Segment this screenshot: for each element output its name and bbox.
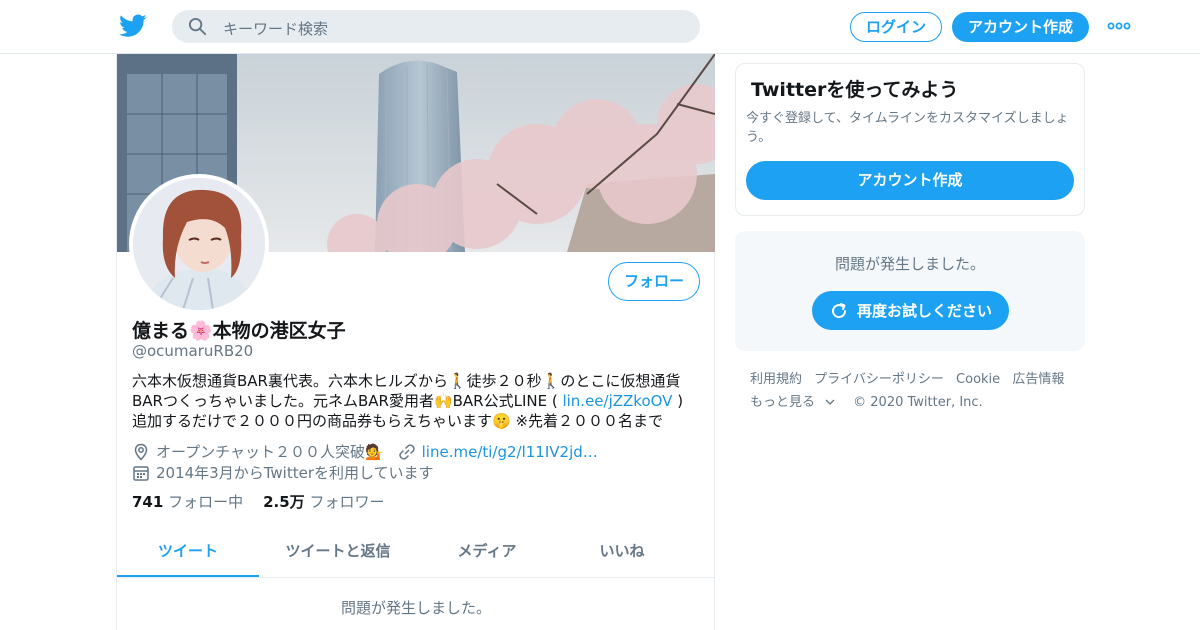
chevron-down-icon: [825, 399, 835, 405]
profile-tabs: ツイート ツイートと返信 メディア いいね: [117, 527, 715, 578]
search-icon: [188, 17, 207, 36]
footer-more-label: もっと見る: [750, 395, 816, 410]
footer-link-terms[interactable]: 利用規約: [750, 372, 802, 387]
profile-name: 億まる🌸本物の港区女子: [132, 320, 346, 342]
footer-link-ads[interactable]: 広告情報: [1012, 372, 1064, 387]
following-label: フォロー中: [168, 493, 244, 511]
footer-link-cookie[interactable]: Cookie: [956, 372, 1000, 387]
profile-stats: 741 フォロー中 2.5万 フォロワー: [132, 491, 384, 512]
tab-tweets-replies[interactable]: ツイートと返信: [259, 527, 417, 577]
footer: 利用規約 プライバシーポリシー Cookie 広告情報 もっと見る © 2020…: [750, 368, 1085, 414]
profile-joined-row: 2014年3月からTwitterを利用しています: [132, 462, 434, 483]
error-card-message: 問題が発生しました。: [834, 255, 985, 273]
retry-label: 再度お試しください: [856, 302, 992, 320]
footer-link-privacy[interactable]: プライバシーポリシー: [814, 372, 944, 387]
followers-count: 2.5万: [263, 493, 305, 511]
profile-joined: 2014年3月からTwitterを利用しています: [156, 464, 434, 482]
profile-avatar[interactable]: [129, 174, 269, 314]
location-icon: [134, 443, 148, 461]
profile-location: オープンチャット２００人突破💁: [156, 443, 384, 461]
tab-tweets[interactable]: ツイート: [117, 527, 259, 577]
refresh-icon: [832, 302, 846, 318]
timeline-error-message: 問題が発生しました。: [340, 599, 491, 617]
avatar-illustration: [133, 178, 265, 310]
followers-stat[interactable]: 2.5万 フォロワー: [263, 491, 384, 512]
profile-bio: 六本木仮想通貨BAR裏代表。六本木ヒルズから🚶徒歩２０秒🚶のとこに仮想通貨BAR…: [132, 371, 692, 431]
profile-meta-row: オープンチャット２００人突破💁 line.me/ti/g2/l11IV2jd…: [132, 441, 598, 462]
following-count: 741: [132, 493, 164, 511]
login-button[interactable]: ログイン: [850, 12, 942, 42]
calendar-icon: [133, 465, 149, 481]
bio-link[interactable]: lin.ee/jZZkoOV: [562, 392, 672, 410]
footer-more-link[interactable]: もっと見る: [750, 395, 835, 410]
profile-url[interactable]: line.me/ti/g2/l11IV2jd…: [422, 443, 598, 461]
follow-button[interactable]: フォロー: [608, 262, 700, 301]
signup-card: Twitterを使ってみよう 今すぐ登録して、タイムラインをカスタマイズしましょ…: [735, 63, 1085, 216]
signup-card-text: 今すぐ登録して、タイムラインをカスタマイズしましょう。: [746, 111, 1069, 145]
error-card: 問題が発生しました。 再度お試しください: [735, 231, 1085, 351]
signup-card-title: Twitterを使ってみよう: [751, 79, 959, 101]
tab-media[interactable]: メディア: [417, 527, 557, 577]
search-placeholder: キーワード検索: [223, 20, 329, 38]
footer-copyright: © 2020 Twitter, Inc.: [853, 395, 983, 410]
followers-label: フォロワー: [309, 493, 385, 511]
twitter-logo-icon[interactable]: [119, 13, 147, 39]
profile-column: フォロー 億まる🌸本物の港区女子 @ocumaruRB20 六本木仮想通貨BAR…: [116, 54, 715, 630]
more-options-icon[interactable]: [1106, 20, 1132, 32]
search-input[interactable]: キーワード検索: [172, 10, 700, 43]
link-icon: [398, 443, 415, 460]
profile-handle: @ocumaruRB20: [132, 342, 254, 360]
top-navbar: キーワード検索 ログイン アカウント作成: [0, 0, 1200, 54]
signup-button[interactable]: アカウント作成: [952, 12, 1089, 42]
signup-card-button[interactable]: アカウント作成: [746, 161, 1074, 200]
footer-links-row: 利用規約 プライバシーポリシー Cookie 広告情報: [750, 368, 1085, 391]
footer-second-row: もっと見る © 2020 Twitter, Inc.: [750, 391, 1085, 414]
following-stat[interactable]: 741 フォロー中: [132, 491, 243, 512]
tab-likes[interactable]: いいね: [557, 527, 687, 577]
retry-button[interactable]: 再度お試しください: [812, 291, 1009, 330]
